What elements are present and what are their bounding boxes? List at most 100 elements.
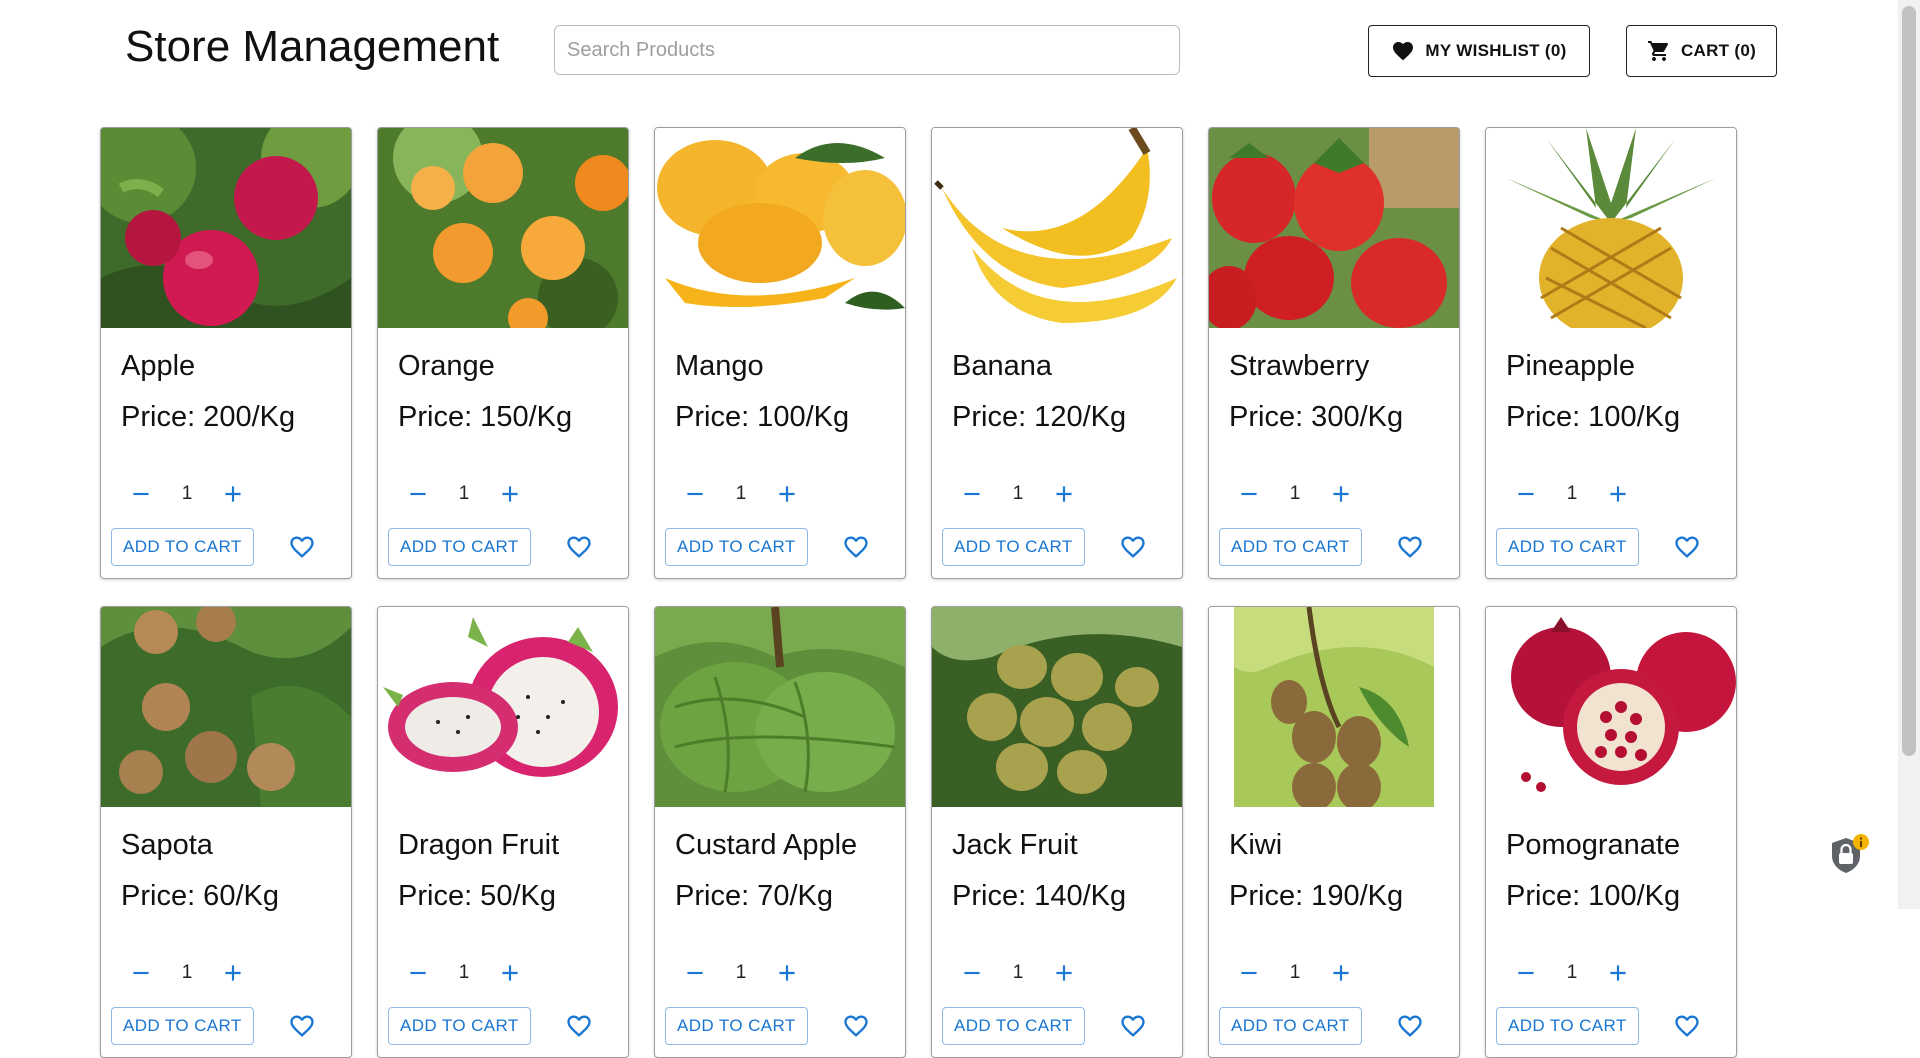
add-to-wishlist-button[interactable]: [838, 1008, 874, 1044]
decrement-button[interactable]: [1229, 474, 1269, 514]
decrement-button[interactable]: [1506, 474, 1546, 514]
add-to-cart-button[interactable]: ADD TO CART: [388, 528, 531, 566]
minus-icon: [133, 492, 149, 496]
quantity-stepper: 1: [952, 953, 1084, 993]
heart-outline-icon: [567, 1015, 591, 1037]
decrement-button[interactable]: [121, 953, 161, 993]
page-title: Store Management: [125, 22, 500, 71]
wishlist-button[interactable]: MY WISHLIST (0): [1368, 25, 1590, 77]
increment-button[interactable]: [490, 953, 530, 993]
product-image[interactable]: [932, 607, 1182, 807]
plus-icon: [502, 486, 518, 502]
quantity-value: 1: [1566, 962, 1578, 983]
add-to-cart-button[interactable]: ADD TO CART: [942, 1007, 1085, 1045]
increment-button[interactable]: [1598, 953, 1638, 993]
product-card: Pineapple Price: 100/Kg 1 ADD TO CART: [1485, 127, 1737, 579]
decrement-button[interactable]: [398, 474, 438, 514]
decrement-button[interactable]: [675, 474, 715, 514]
minus-icon: [1518, 492, 1534, 496]
add-to-cart-button[interactable]: ADD TO CART: [1496, 1007, 1639, 1045]
cart-button[interactable]: CART (0): [1626, 25, 1777, 77]
product-image[interactable]: [1209, 128, 1459, 328]
quantity-value: 1: [735, 962, 747, 983]
add-to-cart-button[interactable]: ADD TO CART: [665, 1007, 808, 1045]
product-name: Apple: [121, 350, 196, 382]
plus-icon: [1610, 965, 1626, 981]
product-price: Price: 100/Kg: [1506, 880, 1681, 912]
increment-button[interactable]: [490, 474, 530, 514]
decrement-button[interactable]: [121, 474, 161, 514]
add-to-wishlist-button[interactable]: [284, 1008, 320, 1044]
heart-outline-icon: [1121, 1015, 1145, 1037]
increment-button[interactable]: [767, 474, 807, 514]
quantity-value: 1: [1012, 483, 1024, 504]
add-to-cart-button[interactable]: ADD TO CART: [1219, 528, 1362, 566]
heart-outline-icon: [290, 536, 314, 558]
product-image[interactable]: [101, 128, 351, 328]
product-price: Price: 100/Kg: [675, 401, 850, 433]
product-image[interactable]: [378, 128, 628, 328]
product-card: Strawberry Price: 300/Kg 1 ADD TO CART: [1208, 127, 1460, 579]
increment-button[interactable]: [213, 474, 253, 514]
vertical-scrollbar[interactable]: [1898, 0, 1920, 909]
product-image[interactable]: [101, 607, 351, 807]
product-price: Price: 190/Kg: [1229, 880, 1404, 912]
minus-icon: [687, 492, 703, 496]
heart-outline-icon: [290, 1015, 314, 1037]
product-image[interactable]: [655, 128, 905, 328]
product-image[interactable]: [655, 607, 905, 807]
add-to-wishlist-button[interactable]: [1669, 529, 1705, 565]
add-to-cart-button[interactable]: ADD TO CART: [1496, 528, 1639, 566]
add-to-wishlist-button[interactable]: [561, 1008, 597, 1044]
search-input[interactable]: [554, 25, 1180, 75]
add-to-cart-button[interactable]: ADD TO CART: [388, 1007, 531, 1045]
custard-apple-image: [655, 607, 905, 807]
decrement-button[interactable]: [1229, 953, 1269, 993]
increment-button[interactable]: [1044, 953, 1084, 993]
heart-outline-icon: [844, 1015, 868, 1037]
plus-icon: [1056, 486, 1072, 502]
product-image[interactable]: [932, 128, 1182, 328]
add-to-wishlist-button[interactable]: [1392, 529, 1428, 565]
jack-fruit-image: [932, 607, 1182, 807]
increment-button[interactable]: [767, 953, 807, 993]
product-name: Strawberry: [1229, 350, 1370, 382]
heart-outline-icon: [1675, 536, 1699, 558]
add-to-wishlist-button[interactable]: [284, 529, 320, 565]
add-to-wishlist-button[interactable]: [1115, 529, 1151, 565]
plus-icon: [225, 486, 241, 502]
add-to-cart-button[interactable]: ADD TO CART: [665, 528, 808, 566]
plus-icon: [1333, 486, 1349, 502]
decrement-button[interactable]: [1506, 953, 1546, 993]
add-to-wishlist-button[interactable]: [1392, 1008, 1428, 1044]
product-price: Price: 100/Kg: [1506, 401, 1681, 433]
increment-button[interactable]: [213, 953, 253, 993]
scrollbar-thumb[interactable]: [1902, 6, 1916, 756]
add-to-wishlist-button[interactable]: [561, 529, 597, 565]
add-to-cart-button[interactable]: ADD TO CART: [111, 1007, 254, 1045]
increment-button[interactable]: [1598, 474, 1638, 514]
add-to-wishlist-button[interactable]: [838, 529, 874, 565]
increment-button[interactable]: [1044, 474, 1084, 514]
decrement-button[interactable]: [952, 474, 992, 514]
product-card: Kiwi Price: 190/Kg 1 ADD TO CART: [1208, 606, 1460, 1058]
product-image[interactable]: [378, 607, 628, 807]
add-to-wishlist-button[interactable]: [1115, 1008, 1151, 1044]
add-to-cart-button[interactable]: ADD TO CART: [942, 528, 1085, 566]
increment-button[interactable]: [1321, 953, 1361, 993]
decrement-button[interactable]: [675, 953, 715, 993]
app-header: Store Management MY WISHLIST (0) CART (0…: [0, 0, 1898, 100]
product-image[interactable]: [1486, 128, 1736, 328]
decrement-button[interactable]: [398, 953, 438, 993]
add-to-cart-button[interactable]: ADD TO CART: [1219, 1007, 1362, 1045]
quantity-stepper: 1: [1229, 474, 1361, 514]
apple-image: [101, 128, 351, 328]
orange-image: [378, 128, 628, 328]
lock-shield-icon[interactable]: [1826, 832, 1872, 878]
product-image[interactable]: [1486, 607, 1736, 807]
add-to-wishlist-button[interactable]: [1669, 1008, 1705, 1044]
increment-button[interactable]: [1321, 474, 1361, 514]
product-image[interactable]: [1209, 607, 1459, 807]
decrement-button[interactable]: [952, 953, 992, 993]
add-to-cart-button[interactable]: ADD TO CART: [111, 528, 254, 566]
